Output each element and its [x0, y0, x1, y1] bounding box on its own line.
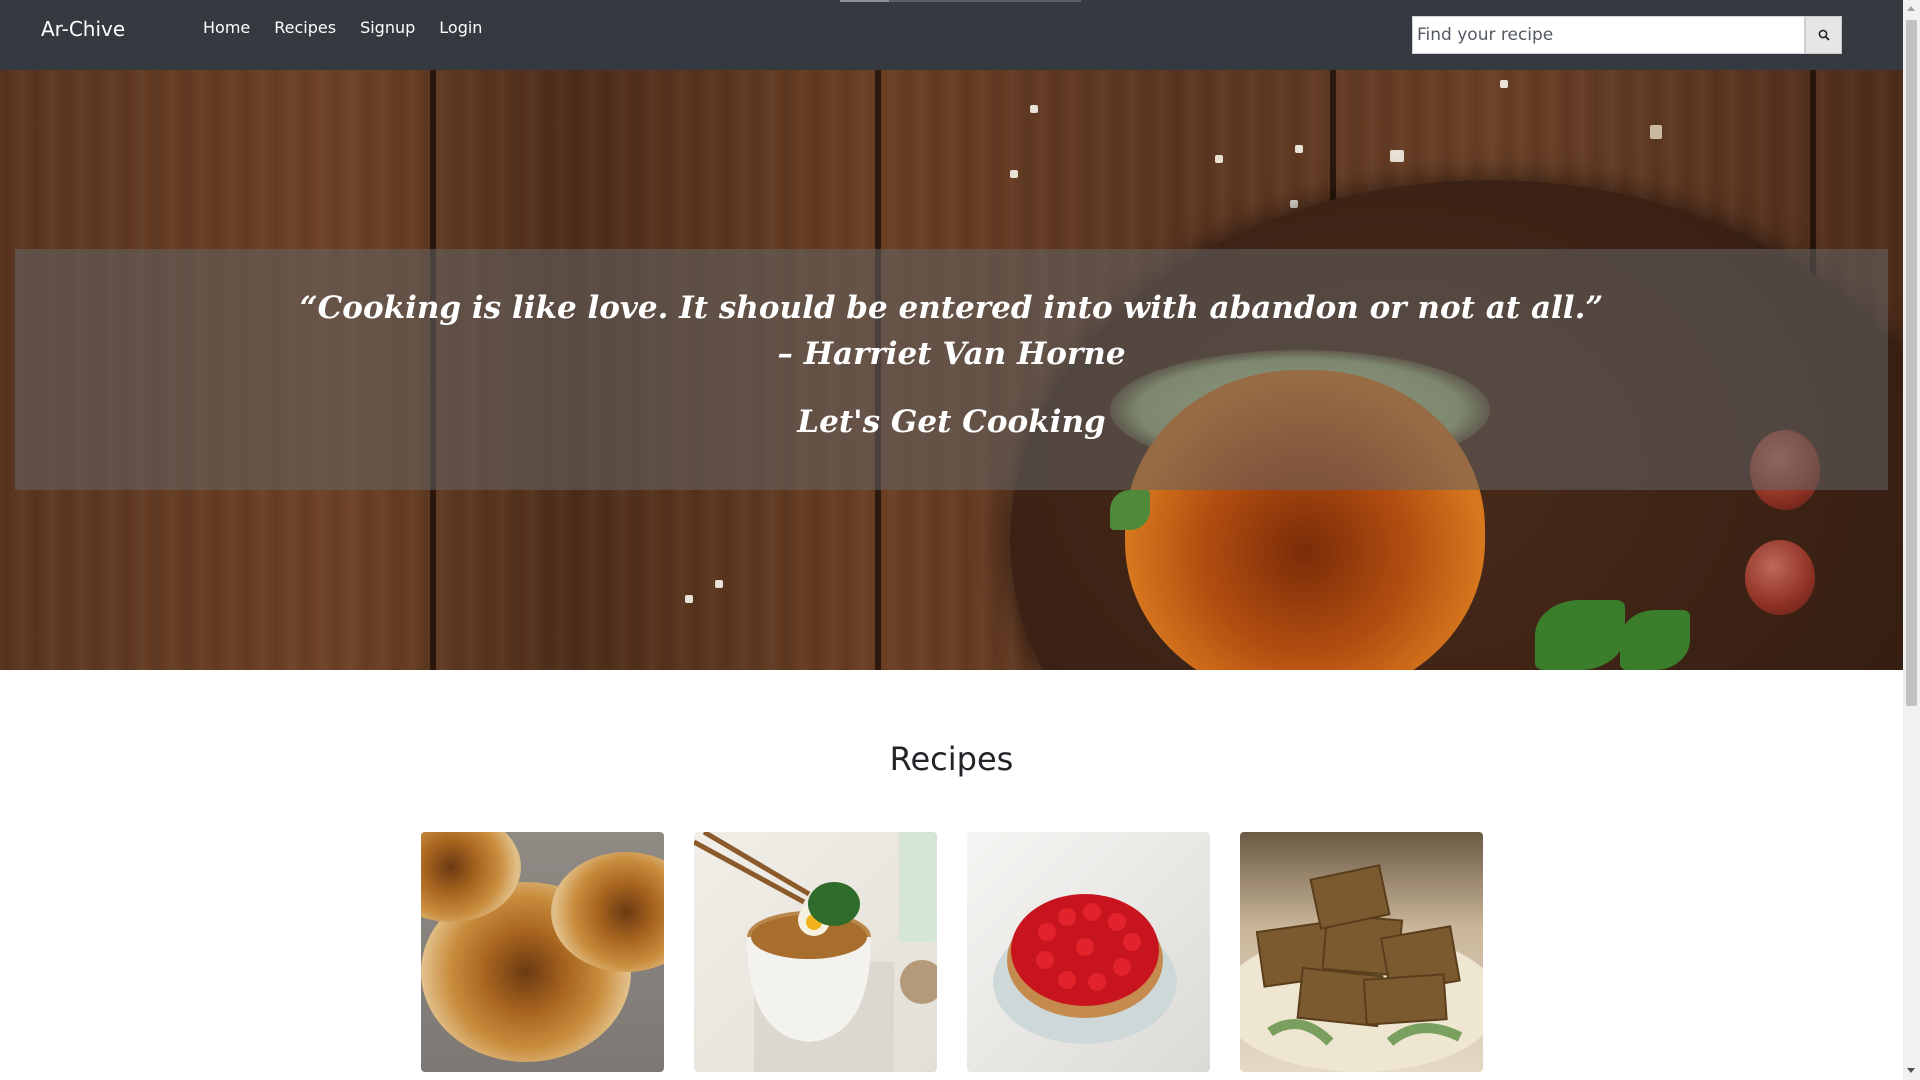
strawberry-tart-image	[993, 894, 1177, 1044]
herb-leaf	[1110, 490, 1150, 530]
scroll-thumb[interactable]	[1906, 20, 1917, 706]
quote-author: – Harriet Van Horne	[777, 336, 1126, 372]
recipe-card-3[interactable]	[967, 832, 1210, 1072]
hero-banner: “Cooking is like love. It should be ente…	[0, 70, 1903, 670]
shallot	[1745, 540, 1815, 615]
nav-link-home[interactable]: Home	[191, 16, 262, 40]
recipe-card-2[interactable]	[694, 832, 937, 1072]
herb-leaf	[1620, 610, 1690, 670]
search-input[interactable]	[1412, 16, 1805, 54]
navbar: Ar-Chive Home Recipes Signup Login	[0, 0, 1903, 70]
recipe-card-list	[421, 832, 1483, 1072]
page-load-indicator	[840, 0, 1081, 2]
hero-tagline: Let's Get Cooking	[797, 404, 1106, 440]
page-scrollbar[interactable]	[1903, 0, 1920, 1080]
quote-overlay: “Cooking is like love. It should be ente…	[15, 249, 1888, 490]
quote: “Cooking is like love. It should be ente…	[15, 285, 1888, 377]
brand-logo[interactable]: Ar-Chive	[41, 15, 125, 43]
recipes-heading: Recipes	[889, 740, 1014, 778]
nav-link-recipes[interactable]: Recipes	[262, 16, 348, 40]
nav-link-signup[interactable]: Signup	[348, 16, 427, 40]
scroll-down-arrow-icon[interactable]	[1907, 1068, 1915, 1073]
nav-links: Home Recipes Signup Login	[191, 16, 494, 40]
scroll-up-arrow-icon[interactable]	[1907, 6, 1915, 11]
recipe-card-1[interactable]	[421, 832, 664, 1072]
search-button[interactable]	[1805, 16, 1842, 54]
granola-bars-image	[1240, 864, 1483, 1072]
recipe-card-4[interactable]	[1240, 832, 1483, 1072]
search-icon	[1818, 29, 1830, 41]
nav-link-login[interactable]: Login	[427, 16, 494, 40]
ramen-bowl-image	[694, 832, 937, 1072]
search-form	[1412, 16, 1842, 54]
quote-text: “Cooking is like love. It should be ente…	[299, 290, 1604, 326]
herb-leaf	[1535, 600, 1625, 670]
